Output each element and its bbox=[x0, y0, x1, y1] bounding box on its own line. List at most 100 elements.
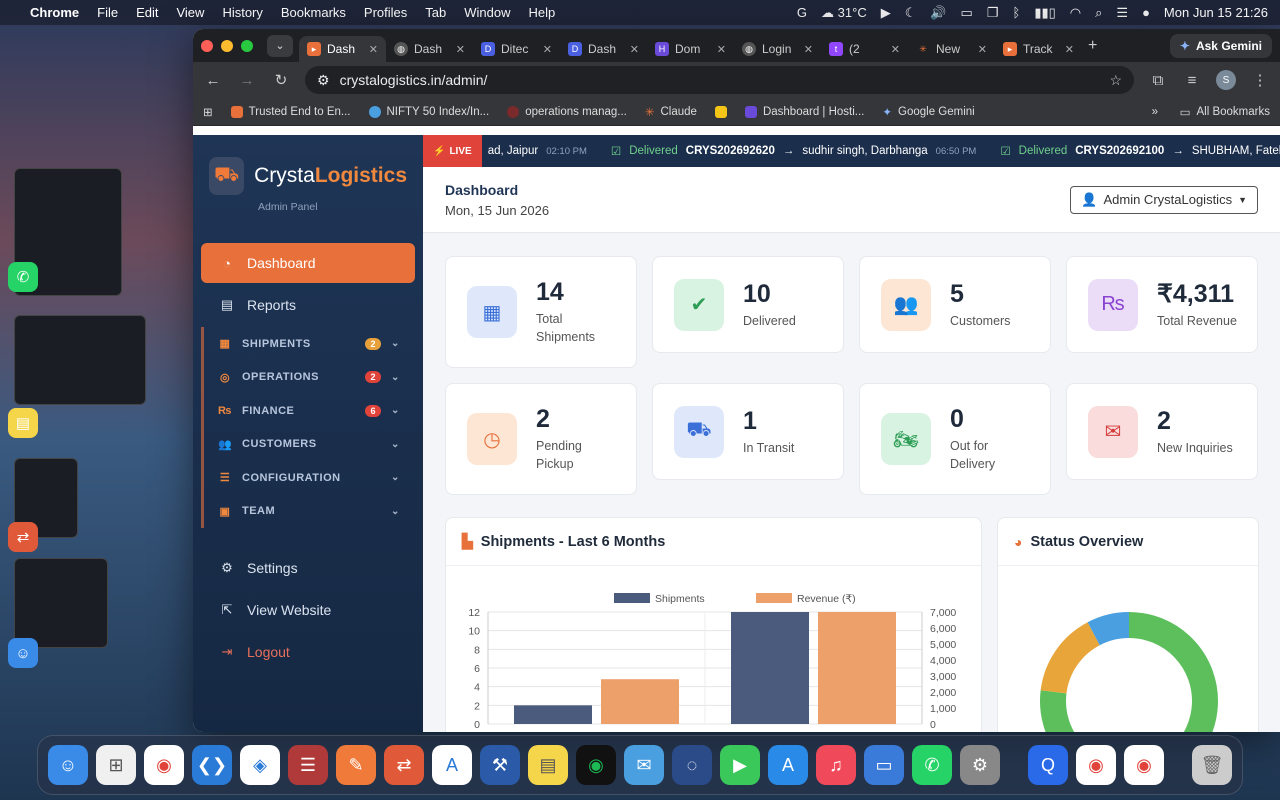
stat-card-pending-pickup[interactable]: ◷ 2 Pending Pickup bbox=[445, 383, 637, 495]
stat-card-delivered[interactable]: ✔ 10 Delivered bbox=[652, 256, 844, 353]
database-icon[interactable]: ☰ bbox=[288, 745, 328, 785]
close-tab-icon[interactable]: ✕ bbox=[456, 43, 465, 56]
ask-gemini-button[interactable]: ✦ Ask Gemini bbox=[1169, 33, 1272, 58]
chrome-icon[interactable]: ◉ bbox=[144, 745, 184, 785]
notes-icon[interactable]: ▤ bbox=[8, 408, 38, 438]
remote-desktop-icon[interactable]: ⇄ bbox=[384, 745, 424, 785]
siri-icon[interactable]: ● bbox=[1142, 5, 1150, 20]
sidebar-group-configuration[interactable]: ☰ CONFIGURATION ⌄ bbox=[201, 461, 415, 495]
control-center-icon[interactable]: ☰ bbox=[1116, 5, 1128, 21]
stage-window-thumbnail[interactable] bbox=[14, 558, 108, 648]
quicktime-icon[interactable]: Q bbox=[1028, 745, 1068, 785]
facetime-icon[interactable]: ▶ bbox=[720, 745, 760, 785]
chrome-icon[interactable]: ◉ bbox=[1124, 745, 1164, 785]
sidebar-item-logout[interactable]: ⇥ Logout bbox=[201, 632, 415, 672]
sidebar-group-operations[interactable]: ◎ OPERATIONS 2 ⌄ bbox=[201, 360, 415, 394]
admin-user-dropdown[interactable]: 👤 Admin CrystaLogistics ▼ bbox=[1070, 185, 1258, 214]
close-tab-icon[interactable]: ✕ bbox=[978, 43, 987, 56]
wifi-icon[interactable]: ◠ bbox=[1070, 5, 1081, 21]
menu-kebab-icon[interactable]: ⋮ bbox=[1250, 71, 1270, 89]
music-icon[interactable]: ♫ bbox=[816, 745, 856, 785]
bookmark-item[interactable]: NIFTY 50 Index/In... bbox=[368, 105, 489, 118]
bookmark-item[interactable]: Dashboard | Hosti... bbox=[744, 105, 864, 118]
stat-card-out-for-delivery[interactable]: 🏍 0 Out for Delivery bbox=[859, 383, 1051, 495]
forward-icon[interactable]: → bbox=[237, 72, 257, 89]
menu-edit[interactable]: Edit bbox=[136, 5, 158, 20]
safari-icon[interactable]: ◈ bbox=[240, 745, 280, 785]
stat-card-new-inquiries[interactable]: ✉ 2 New Inquiries bbox=[1066, 383, 1258, 480]
search-icon[interactable]: ⌕ bbox=[1095, 5, 1102, 21]
minimize-window-button[interactable] bbox=[221, 39, 233, 52]
sidebar-group-finance[interactable]: ₨ FINANCE 6 ⌄ bbox=[201, 394, 415, 428]
browser-tab[interactable]: ◍ Login ✕ bbox=[734, 36, 821, 62]
browser-tab[interactable]: ◍ Dash ✕ bbox=[386, 36, 473, 62]
zoom-window-button[interactable] bbox=[241, 39, 253, 52]
mail-icon[interactable]: ✉ bbox=[624, 745, 664, 785]
site-info-icon[interactable]: ⚙ bbox=[317, 72, 330, 89]
xcode-instruments-icon[interactable]: A bbox=[432, 745, 472, 785]
stage-window-thumbnail[interactable] bbox=[14, 315, 146, 405]
bluetooth-icon[interactable]: ᛒ bbox=[1013, 5, 1021, 20]
remote-desktop-icon[interactable]: ⇄ bbox=[8, 522, 38, 552]
keynote-icon[interactable]: ▭ bbox=[864, 745, 904, 785]
finder-icon[interactable]: ☺ bbox=[8, 638, 38, 668]
sidebar-item-reports[interactable]: ▤ Reports bbox=[201, 285, 415, 325]
profile-avatar[interactable]: S bbox=[1216, 70, 1236, 90]
all-bookmarks-button[interactable]: » ▭ All Bookmarks bbox=[1152, 105, 1270, 119]
browser-tab[interactable]: ▸ Dash ✕ bbox=[299, 36, 386, 62]
browser-tab[interactable]: D Ditec ✕ bbox=[473, 36, 560, 62]
bookmark-item[interactable]: ✳ Claude bbox=[645, 105, 697, 119]
browser-tab[interactable]: t (2 ✕ bbox=[821, 36, 908, 62]
trash-icon[interactable]: 🗑 bbox=[1192, 745, 1232, 785]
menu-help[interactable]: Help bbox=[529, 5, 556, 20]
sidebar-item-view-website[interactable]: ⇱ View Website bbox=[201, 590, 415, 630]
menu-profiles[interactable]: Profiles bbox=[364, 5, 407, 20]
menu-history[interactable]: History bbox=[222, 5, 262, 20]
menu-window[interactable]: Window bbox=[464, 5, 510, 20]
browser-tab[interactable]: ▸ Track ✕ bbox=[995, 36, 1082, 62]
launchpad-icon[interactable]: ⊞ bbox=[96, 745, 136, 785]
stat-card-total-shipments[interactable]: ▦ 14 Total Shipments bbox=[445, 256, 637, 368]
close-tab-icon[interactable]: ✕ bbox=[543, 43, 552, 56]
close-tab-icon[interactable]: ✕ bbox=[717, 43, 726, 56]
close-tab-icon[interactable]: ✕ bbox=[804, 43, 813, 56]
bookmark-star-icon[interactable]: ☆ bbox=[1109, 72, 1122, 89]
browser-tab[interactable]: D Dash ✕ bbox=[560, 36, 647, 62]
chrome-icon[interactable]: ◉ bbox=[1076, 745, 1116, 785]
sidebar-item-dashboard[interactable]: ◔ Dashboard bbox=[201, 243, 415, 283]
xcode-icon[interactable]: ⚒ bbox=[480, 745, 520, 785]
brand[interactable]: ⛟ CrystaLogistics bbox=[193, 135, 423, 201]
close-tab-icon[interactable]: ✕ bbox=[630, 43, 639, 56]
weather-icon[interactable]: ☁ 31°C bbox=[821, 5, 867, 21]
browser-tab[interactable]: H Dom ✕ bbox=[647, 36, 734, 62]
menu-view[interactable]: View bbox=[176, 5, 204, 20]
address-bar[interactable]: ⚙ crystalogistics.in/admin/ ☆ bbox=[305, 66, 1134, 94]
browser-tab[interactable]: ✳ New ✕ bbox=[908, 36, 995, 62]
close-tab-icon[interactable]: ✕ bbox=[1065, 43, 1074, 56]
bookmark-item[interactable]: ✦ Google Gemini bbox=[882, 105, 974, 119]
bookmark-item[interactable] bbox=[714, 105, 727, 118]
menu-bookmarks[interactable]: Bookmarks bbox=[281, 5, 346, 20]
media-icon[interactable]: ≡ bbox=[1182, 72, 1202, 89]
moon-icon[interactable]: ☾ bbox=[905, 5, 917, 21]
close-tab-icon[interactable]: ✕ bbox=[369, 43, 378, 56]
reload-icon[interactable]: ↻ bbox=[271, 71, 291, 89]
stat-card-in-transit[interactable]: ⛟ 1 In Transit bbox=[652, 383, 844, 480]
menu-tab[interactable]: Tab bbox=[425, 5, 446, 20]
vscode-icon[interactable]: ❮❯ bbox=[192, 745, 232, 785]
whatsapp-icon[interactable]: ✆ bbox=[912, 745, 952, 785]
battery-icon[interactable]: ▮▮▯ bbox=[1034, 5, 1055, 21]
sidebar-group-team[interactable]: ▣ TEAM ⌄ bbox=[201, 494, 415, 528]
sidebar-group-shipments[interactable]: ▦ SHIPMENTS 2 ⌄ bbox=[201, 327, 415, 361]
notes-icon[interactable]: ▤ bbox=[528, 745, 568, 785]
menu-file[interactable]: File bbox=[97, 5, 118, 20]
menu-app-name[interactable]: Chrome bbox=[30, 5, 79, 20]
bookmark-item[interactable]: Trusted End to En... bbox=[230, 105, 351, 118]
whatsapp-icon[interactable]: ✆ bbox=[8, 262, 38, 292]
app-store-icon[interactable]: A bbox=[768, 745, 808, 785]
finder-icon[interactable]: ☺ bbox=[48, 745, 88, 785]
screens-icon[interactable]: ❐ bbox=[987, 5, 999, 21]
stat-card-customers[interactable]: 👥 5 Customers bbox=[859, 256, 1051, 353]
system-settings-icon[interactable]: ⚙ bbox=[960, 745, 1000, 785]
sidebar-item-settings[interactable]: ⚙ Settings bbox=[201, 548, 415, 588]
